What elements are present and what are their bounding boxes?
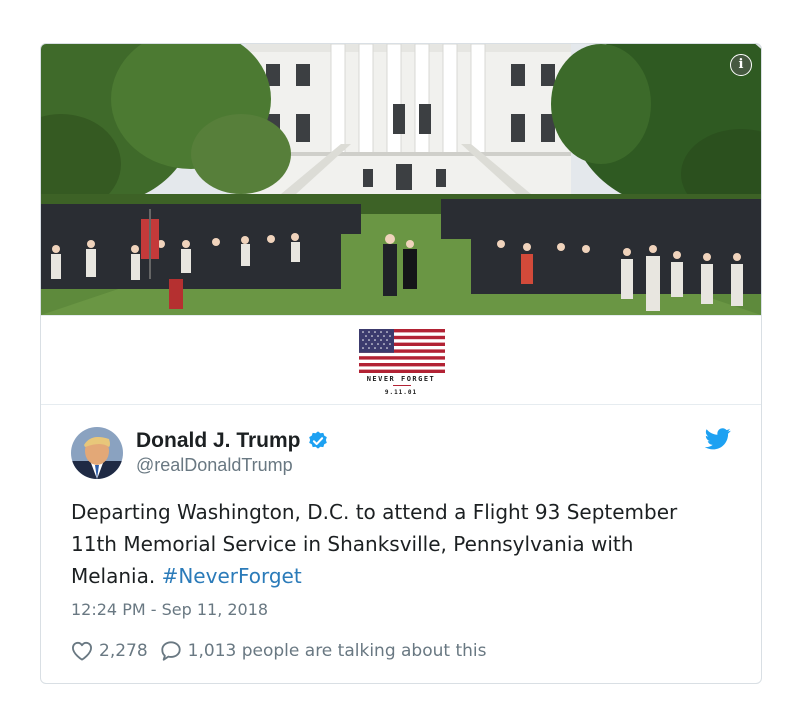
never-forget-date: 9.11.01: [384, 389, 418, 396]
american-flag-icon: [359, 329, 445, 373]
author-name-row[interactable]: Donald J. Trump: [136, 427, 329, 455]
white-house-lawn-photo: [41, 44, 761, 315]
avatar[interactable]: [71, 427, 123, 479]
tweet-photo[interactable]: i: [41, 44, 761, 315]
speech-bubble-icon[interactable]: [160, 640, 182, 662]
conversation-link[interactable]: 1,013 people are talking about this: [188, 641, 487, 661]
tweet-actions: 2,278 1,013 people are talking about thi…: [71, 638, 486, 664]
tweet-text: Departing Washington, D.C. to attend a F…: [71, 496, 711, 592]
hashtag-link[interactable]: #NeverForget: [162, 564, 302, 588]
display-name[interactable]: Donald J. Trump: [136, 429, 301, 453]
banner-divider: [393, 385, 411, 386]
twitter-bird-icon[interactable]: [705, 428, 731, 450]
info-icon[interactable]: i: [730, 54, 752, 76]
verified-badge-icon: [308, 431, 327, 449]
like-count[interactable]: 2,278: [99, 641, 148, 661]
never-forget-banner: NEVER FORGET 9.11.01: [41, 315, 761, 405]
tweet-embed-card[interactable]: i NEVER FORGET 9.11.01 Donald J. Trump @…: [40, 43, 762, 684]
tweet-timestamp[interactable]: 12:24 PM - Sep 11, 2018: [71, 600, 268, 619]
author-handle[interactable]: @realDonaldTrump: [136, 455, 293, 476]
never-forget-text: NEVER FORGET: [366, 375, 436, 383]
heart-icon[interactable]: [71, 641, 93, 661]
profile-photo: [71, 427, 123, 479]
